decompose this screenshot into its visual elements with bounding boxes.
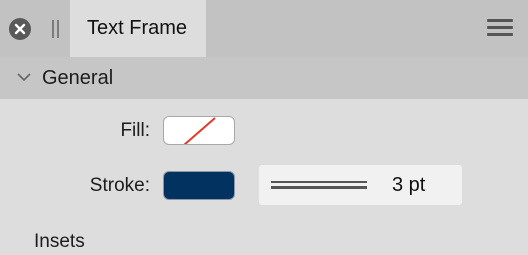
tab-text-frame[interactable]: Text Frame (70, 0, 206, 57)
fill-color-swatch[interactable] (163, 116, 235, 145)
stroke-label: Stroke: (89, 175, 150, 196)
tab-label: Text Frame (87, 17, 188, 39)
stroke-preview-icon (271, 181, 367, 189)
insets-label: Insets (34, 231, 85, 252)
stroke-color-swatch[interactable] (163, 171, 235, 200)
section-header-general[interactable]: General (0, 57, 528, 99)
stroke-width-control[interactable]: 3 pt (259, 165, 462, 205)
drag-handle-icon[interactable] (51, 20, 60, 38)
close-icon[interactable] (9, 18, 31, 40)
hamburger-menu-icon[interactable] (487, 17, 513, 39)
panel-titlebar: Text Frame (0, 0, 528, 57)
section-title: General (42, 67, 114, 89)
stroke-width-value: 3 pt (392, 174, 426, 196)
chevron-down-icon (17, 73, 31, 82)
fill-label: Fill: (120, 120, 150, 141)
no-fill-icon (183, 117, 216, 144)
